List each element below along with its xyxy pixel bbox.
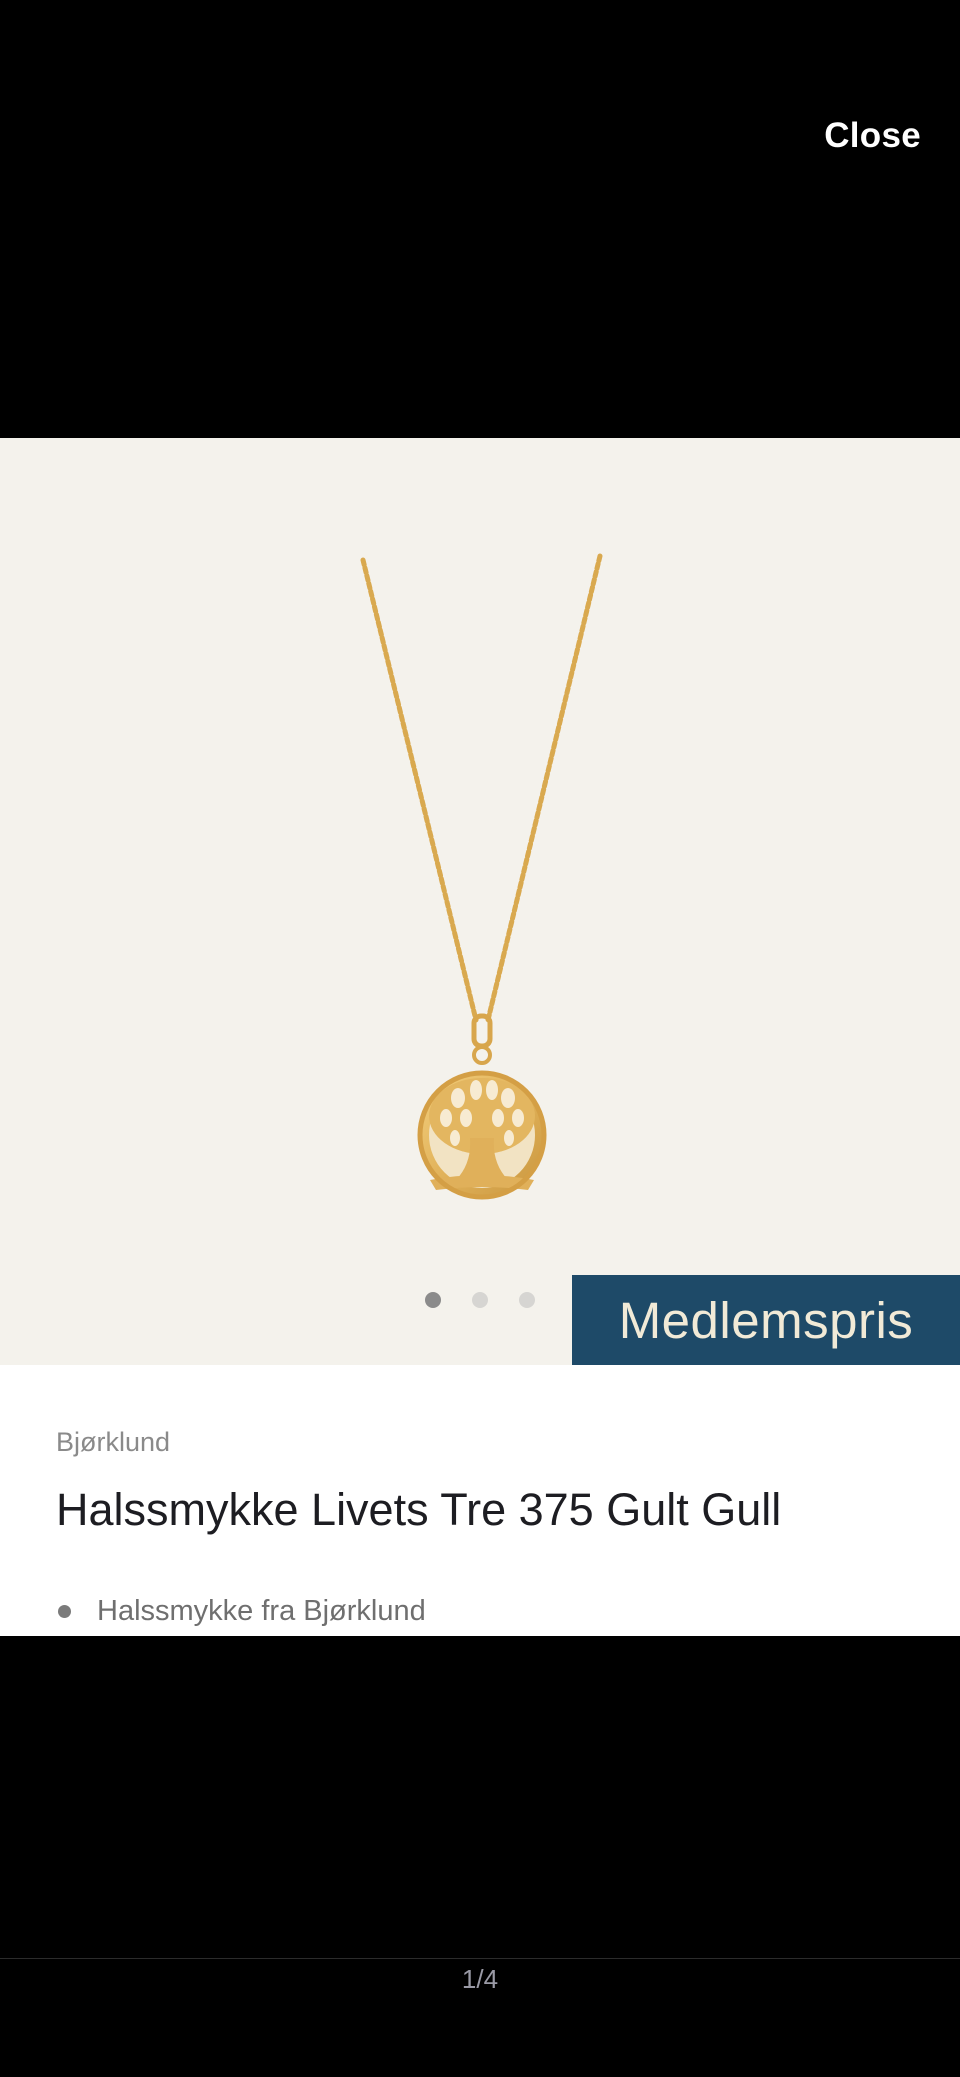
product-brand[interactable]: Bjørklund xyxy=(56,1427,170,1458)
close-button[interactable]: Close xyxy=(824,116,921,156)
product-image[interactable]: Medlemspris xyxy=(0,438,960,1365)
product-bullet-item: Halssmykke fra Bjørklund xyxy=(56,1595,426,1628)
bullet-icon xyxy=(58,1605,71,1618)
carousel-dot-3[interactable] xyxy=(519,1292,535,1308)
carousel-dot-2[interactable] xyxy=(472,1292,488,1308)
necklace-image xyxy=(360,553,603,1200)
member-price-badge: Medlemspris xyxy=(572,1275,960,1365)
product-title: Halssmykke Livets Tre 375 Gult Gull xyxy=(56,1484,782,1535)
carousel-dot-1[interactable] xyxy=(425,1292,441,1308)
divider xyxy=(0,1958,960,1959)
bullet-text: Halssmykke fra Bjørklund xyxy=(97,1595,426,1627)
product-card: Medlemspris Bjørklund Halssmykke Livets … xyxy=(0,438,960,1636)
gallery-counter: 1/4 xyxy=(461,1964,499,1994)
carousel-dots xyxy=(425,1292,535,1308)
